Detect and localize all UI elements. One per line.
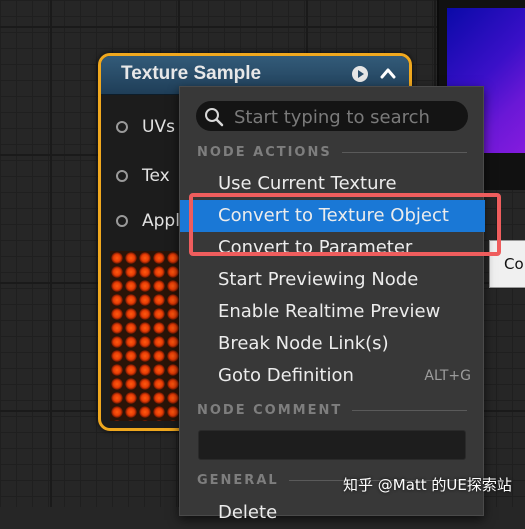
menu-item-enable-realtime-preview[interactable]: Enable Realtime Preview xyxy=(180,296,485,328)
pin-label: Tex xyxy=(142,166,170,186)
divider xyxy=(352,409,467,411)
divider xyxy=(341,151,467,153)
pin-icon[interactable] xyxy=(116,170,128,182)
search-icon xyxy=(205,108,224,127)
pin-apply[interactable]: Appl xyxy=(116,209,180,233)
chevron-up-icon[interactable] xyxy=(379,65,397,83)
shortcut-label: ALT+G xyxy=(424,368,471,384)
watermark: 知乎 @Matt 的UE探索站 xyxy=(343,476,512,494)
menu-item-label: Start Previewing Node xyxy=(218,269,419,290)
menu-item-goto-definition[interactable]: Goto Definition ALT+G xyxy=(180,360,485,392)
menu-item-delete[interactable]: Delete xyxy=(180,497,485,529)
menu-item-label: Break Node Link(s) xyxy=(218,333,389,354)
pin-label: UVs xyxy=(142,117,175,137)
menu-item-label: Delete xyxy=(218,502,278,523)
node-comment-input[interactable] xyxy=(198,430,466,460)
menu-item-label: Use Current Texture xyxy=(218,173,397,194)
menu-item-break-node-links[interactable]: Break Node Link(s) xyxy=(180,328,485,360)
search-input[interactable] xyxy=(232,104,466,130)
pin-tex[interactable]: Tex xyxy=(116,164,170,188)
section-label: GENERAL xyxy=(197,472,279,488)
pin-uvs[interactable]: UVs xyxy=(116,115,175,139)
menu-item-label: Enable Realtime Preview xyxy=(218,301,441,322)
section-label: NODE ACTIONS xyxy=(197,144,332,160)
section-node-comment: NODE COMMENT xyxy=(197,401,467,419)
menu-item-label: Goto Definition xyxy=(218,365,354,386)
search-box[interactable] xyxy=(196,101,468,131)
menu-item-start-previewing-node[interactable]: Start Previewing Node xyxy=(180,264,485,296)
section-label: NODE COMMENT xyxy=(197,402,343,418)
section-node-actions: NODE ACTIONS xyxy=(197,143,467,161)
context-menu: NODE ACTIONS Use Current Texture Convert… xyxy=(179,86,485,523)
pin-icon[interactable] xyxy=(116,121,128,133)
pin-icon[interactable] xyxy=(116,215,128,227)
node-title: Texture Sample xyxy=(121,63,262,84)
pin-label: Appl xyxy=(142,211,180,231)
play-icon[interactable] xyxy=(351,65,369,83)
highlight-annotation xyxy=(189,193,501,256)
